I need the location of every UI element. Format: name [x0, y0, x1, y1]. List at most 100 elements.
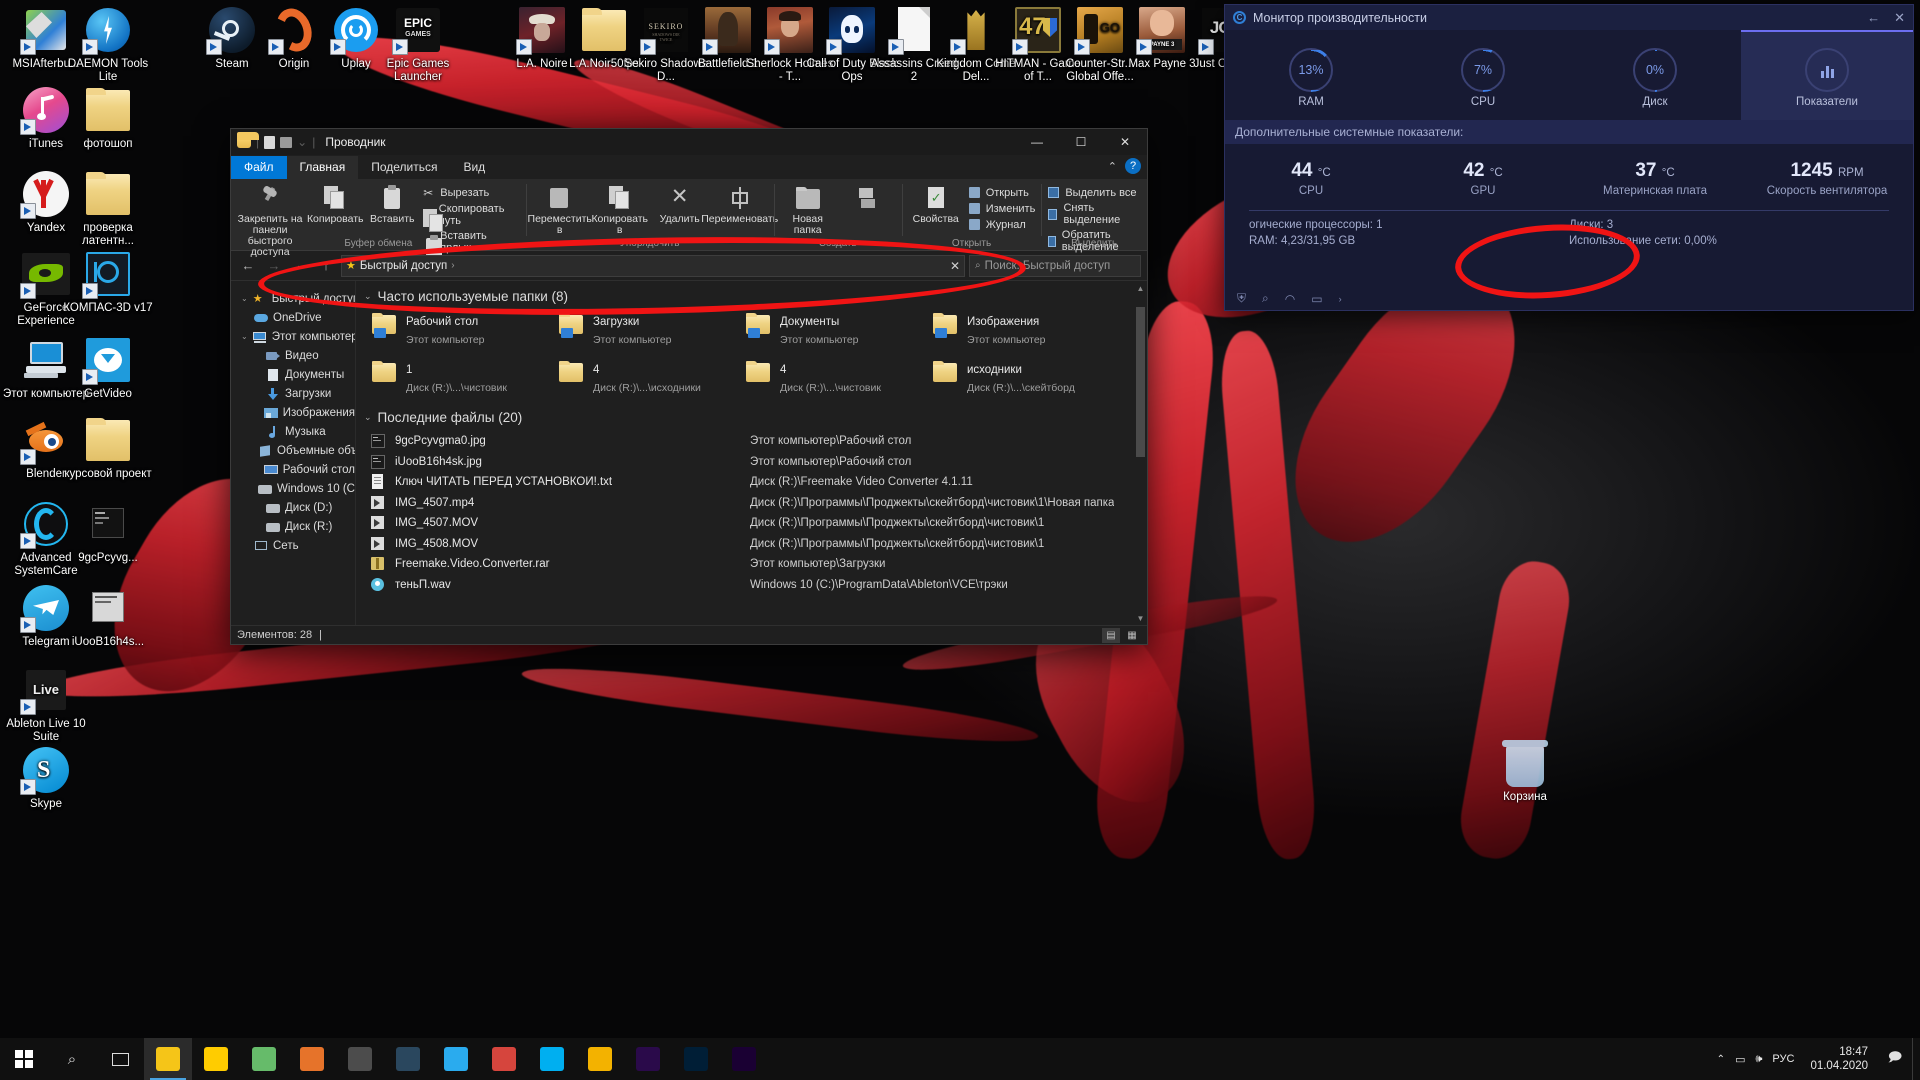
close-button[interactable]: ✕ — [1103, 129, 1147, 155]
recent-file-row[interactable]: 9gcPcyvgma0.jpg Этот компьютер\Рабочий ст… — [370, 431, 1147, 452]
frequent-folders-grid[interactable]: Рабочий стол Этот компьютер Загрузки Это… — [356, 310, 1147, 408]
nav-pane-item-13[interactable]: Сеть — [231, 536, 355, 555]
scroll-up-icon[interactable]: ▲ — [1134, 281, 1147, 295]
ribbon-button-new-item-icon[interactable] — [840, 183, 896, 214]
folder-icon[interactable] — [237, 132, 259, 148]
scrollbar-thumb[interactable] — [1136, 307, 1145, 457]
tab-3[interactable]: Вид — [450, 156, 498, 179]
ribbon-tabs[interactable]: Файл Главная Поделиться Вид ⌃ ? — [231, 155, 1147, 179]
show-desktop-button[interactable] — [1912, 1038, 1920, 1080]
taskbar-clock[interactable]: 18:47 01.04.2020 — [1804, 1045, 1874, 1073]
perfmon-gauge-CPU[interactable]: 7% CPU — [1397, 30, 1569, 120]
navigation-bar[interactable]: ← → ⌄ ↑ ★ Быстрый доступ › ✕ ⌕ Поиск: Бы… — [231, 251, 1147, 281]
desktop-icon-23[interactable]: КОМПАС-3D v17 — [62, 250, 154, 315]
desktop-icon-5[interactable]: EPIC GAMES Epic Games Launcher — [372, 6, 464, 84]
frequent-folder-item[interactable]: 4 Диск (R:)\...\чистовик — [744, 360, 931, 396]
search-icon[interactable]: ⌕ — [1262, 291, 1269, 306]
desktop-icon-21[interactable]: проверка латентн... — [62, 170, 154, 248]
browser-taskbar-icon[interactable] — [240, 1038, 288, 1080]
up-button[interactable]: ↑ — [315, 255, 337, 277]
ribbon-button-move-to-icon[interactable]: Переместить в — [528, 183, 592, 236]
tab-2[interactable]: Поделиться — [358, 156, 450, 179]
new-folder-icon[interactable] — [280, 136, 293, 148]
opera-taskbar-icon[interactable] — [480, 1038, 528, 1080]
ribbon-item-edit-icon[interactable]: Изменить — [968, 202, 1035, 215]
help-icon[interactable]: ? — [1125, 158, 1141, 174]
content-scrollbar[interactable]: ▲ ▼ — [1134, 281, 1147, 625]
quick-access-toolbar[interactable]: | ⌄ | — [237, 132, 315, 149]
tab-1[interactable]: Главная — [286, 156, 359, 179]
premiere-taskbar-icon[interactable] — [624, 1038, 672, 1080]
chevron-down-icon[interactable]: ⌄ — [297, 135, 307, 149]
ribbon-item-deselect-icon[interactable]: Снять выделение — [1047, 202, 1141, 226]
frequent-folder-item[interactable]: Изображения Этот компьютер — [931, 312, 1118, 348]
recent-file-row[interactable]: теньП.wav Windows 10 (C:)\ProgramData\Abl… — [370, 575, 1147, 596]
ribbon-item-open-icon[interactable]: Открыть — [968, 186, 1036, 199]
start-button[interactable] — [0, 1038, 48, 1080]
ribbon-item-copy-path-icon[interactable]: Скопировать путь — [421, 203, 519, 232]
ribbon-button-rename-icon[interactable]: Переименовать — [701, 183, 778, 225]
taskbar-search-button[interactable]: ⌕ — [48, 1038, 96, 1080]
recent-files-list[interactable]: 9gcPcyvgma0.jpg Этот компьютер\Рабочий ст… — [356, 431, 1147, 595]
ribbon-button-properties-icon[interactable]: ✓ Свойства — [908, 183, 964, 225]
perfmon-gauge-RAM[interactable]: 13% RAM — [1225, 30, 1397, 120]
ribbon-collapse-icon[interactable]: ⌃ — [1108, 160, 1117, 173]
desktop-icon-27[interactable]: курсовой проект — [62, 416, 154, 481]
desktop-icon-31[interactable]: iUooB16h4s... — [62, 584, 154, 649]
recent-file-row[interactable]: iUooB16h4sk.jpg Этот компьютер\Рабочий ст… — [370, 452, 1147, 473]
volume-icon[interactable]: 🕪 — [1755, 1053, 1762, 1066]
desktop-icon-25[interactable]: GetVideo — [62, 336, 154, 401]
window-controls[interactable]: — ☐ ✕ — [1015, 129, 1147, 155]
ribbon-button-delete-icon[interactable]: ✕ Удалить — [652, 183, 708, 225]
ableton-taskbar-icon[interactable] — [336, 1038, 384, 1080]
taskbar-app-buttons[interactable] — [144, 1038, 768, 1080]
ribbon-button-paste-icon[interactable]: Вставить — [367, 183, 417, 225]
ribbon-button-new-folder-icon[interactable]: Новая папка — [780, 183, 836, 236]
frequent-folders-header[interactable]: ⌄ Часто используемые папки (8) — [356, 281, 1147, 310]
nav-pane-item-6[interactable]: Изображения — [231, 403, 355, 422]
scroll-down-icon[interactable]: ▼ — [1134, 611, 1147, 625]
battery-icon[interactable]: ▭ — [1735, 1053, 1745, 1066]
frequent-folder-item[interactable]: исходники Диск (R:)\...\скейтборд — [931, 360, 1118, 396]
view-buttons[interactable]: ▤ ▦ — [1102, 627, 1141, 643]
minimize-button[interactable]: — — [1015, 129, 1059, 155]
perfmon-gauge-Диск[interactable]: 0% Диск — [1569, 30, 1741, 120]
frequent-folder-item[interactable]: Документы Этот компьютер — [744, 312, 931, 348]
breadcrumb-quick-access[interactable]: Быстрый доступ — [360, 260, 447, 272]
nav-pane-item-9[interactable]: Рабочий стол — [231, 460, 355, 479]
nav-pane-item-11[interactable]: Диск (D:) — [231, 498, 355, 517]
nav-pane-item-10[interactable]: Windows 10 (C:) — [231, 479, 355, 498]
ribbon-item-select-all-icon[interactable]: Выделить все — [1047, 186, 1141, 199]
explorer-taskbar-icon[interactable] — [144, 1038, 192, 1080]
nav-pane-item-4[interactable]: Документы — [231, 365, 355, 384]
desktop-icon-33[interactable]: S Skype — [0, 746, 92, 811]
address-bar[interactable]: ★ Быстрый доступ › ✕ — [341, 254, 965, 277]
navigation-pane[interactable]: ⌄ ★ Быстрый доступ OneDrive ⌄ Этот компьютер В… — [231, 281, 356, 625]
desktop-icon-32[interactable]: Live Ableton Live 10 Suite — [0, 666, 92, 744]
chrome-taskbar-icon[interactable] — [576, 1038, 624, 1080]
photoshop-taskbar-icon[interactable] — [672, 1038, 720, 1080]
recent-file-row[interactable]: IMG_4508.MOV Диск (R:)\Программы\Проджект… — [370, 534, 1147, 555]
telegram-taskbar-icon[interactable] — [432, 1038, 480, 1080]
tiles-view-icon[interactable]: ▦ — [1123, 628, 1141, 643]
nav-pane-item-2[interactable]: ⌄ Этот компьютер — [231, 327, 355, 346]
nav-pane-item-8[interactable]: Объемные объекты — [231, 441, 355, 460]
performance-monitor-window[interactable]: C Монитор производительности ← ✕ 13% RAM … — [1224, 4, 1914, 311]
content-pane[interactable]: ⌄ Часто используемые папки (8) Рабочий с… — [356, 281, 1147, 625]
details-view-icon[interactable]: ▤ — [1102, 627, 1120, 643]
explorer-titlebar[interactable]: | ⌄ | Проводник — ☐ ✕ — [231, 129, 1147, 155]
chevron-down-icon[interactable]: ⌄ — [241, 294, 248, 303]
desktop-icon-29[interactable]: 9gcPcyvg... — [62, 500, 154, 565]
file-explorer-window[interactable]: | ⌄ | Проводник — ☐ ✕ Файл Главная Поделит… — [230, 128, 1148, 645]
notification-icon[interactable]: 🗩 — [1884, 1038, 1906, 1080]
address-clear-icon[interactable]: ✕ — [950, 259, 960, 273]
skype-taskbar-icon[interactable] — [528, 1038, 576, 1080]
tab-0[interactable]: Файл — [231, 156, 287, 179]
cleanup-icon[interactable]: ◠ — [1285, 292, 1295, 306]
nav-pane-item-3[interactable]: Видео — [231, 346, 355, 365]
chevron-down-icon[interactable]: ⌄ — [364, 291, 372, 302]
nav-pane-item-7[interactable]: Музыка — [231, 422, 355, 441]
perfmon-gauge-Показатели[interactable]: Показатели — [1741, 30, 1913, 120]
ribbon-item-scissors-icon[interactable]: ✂ Вырезать — [421, 186, 519, 200]
system-tray[interactable]: ⌃ ▭ 🕪 РУС 18:47 01.04.2020 🗩 — [1717, 1038, 1912, 1080]
